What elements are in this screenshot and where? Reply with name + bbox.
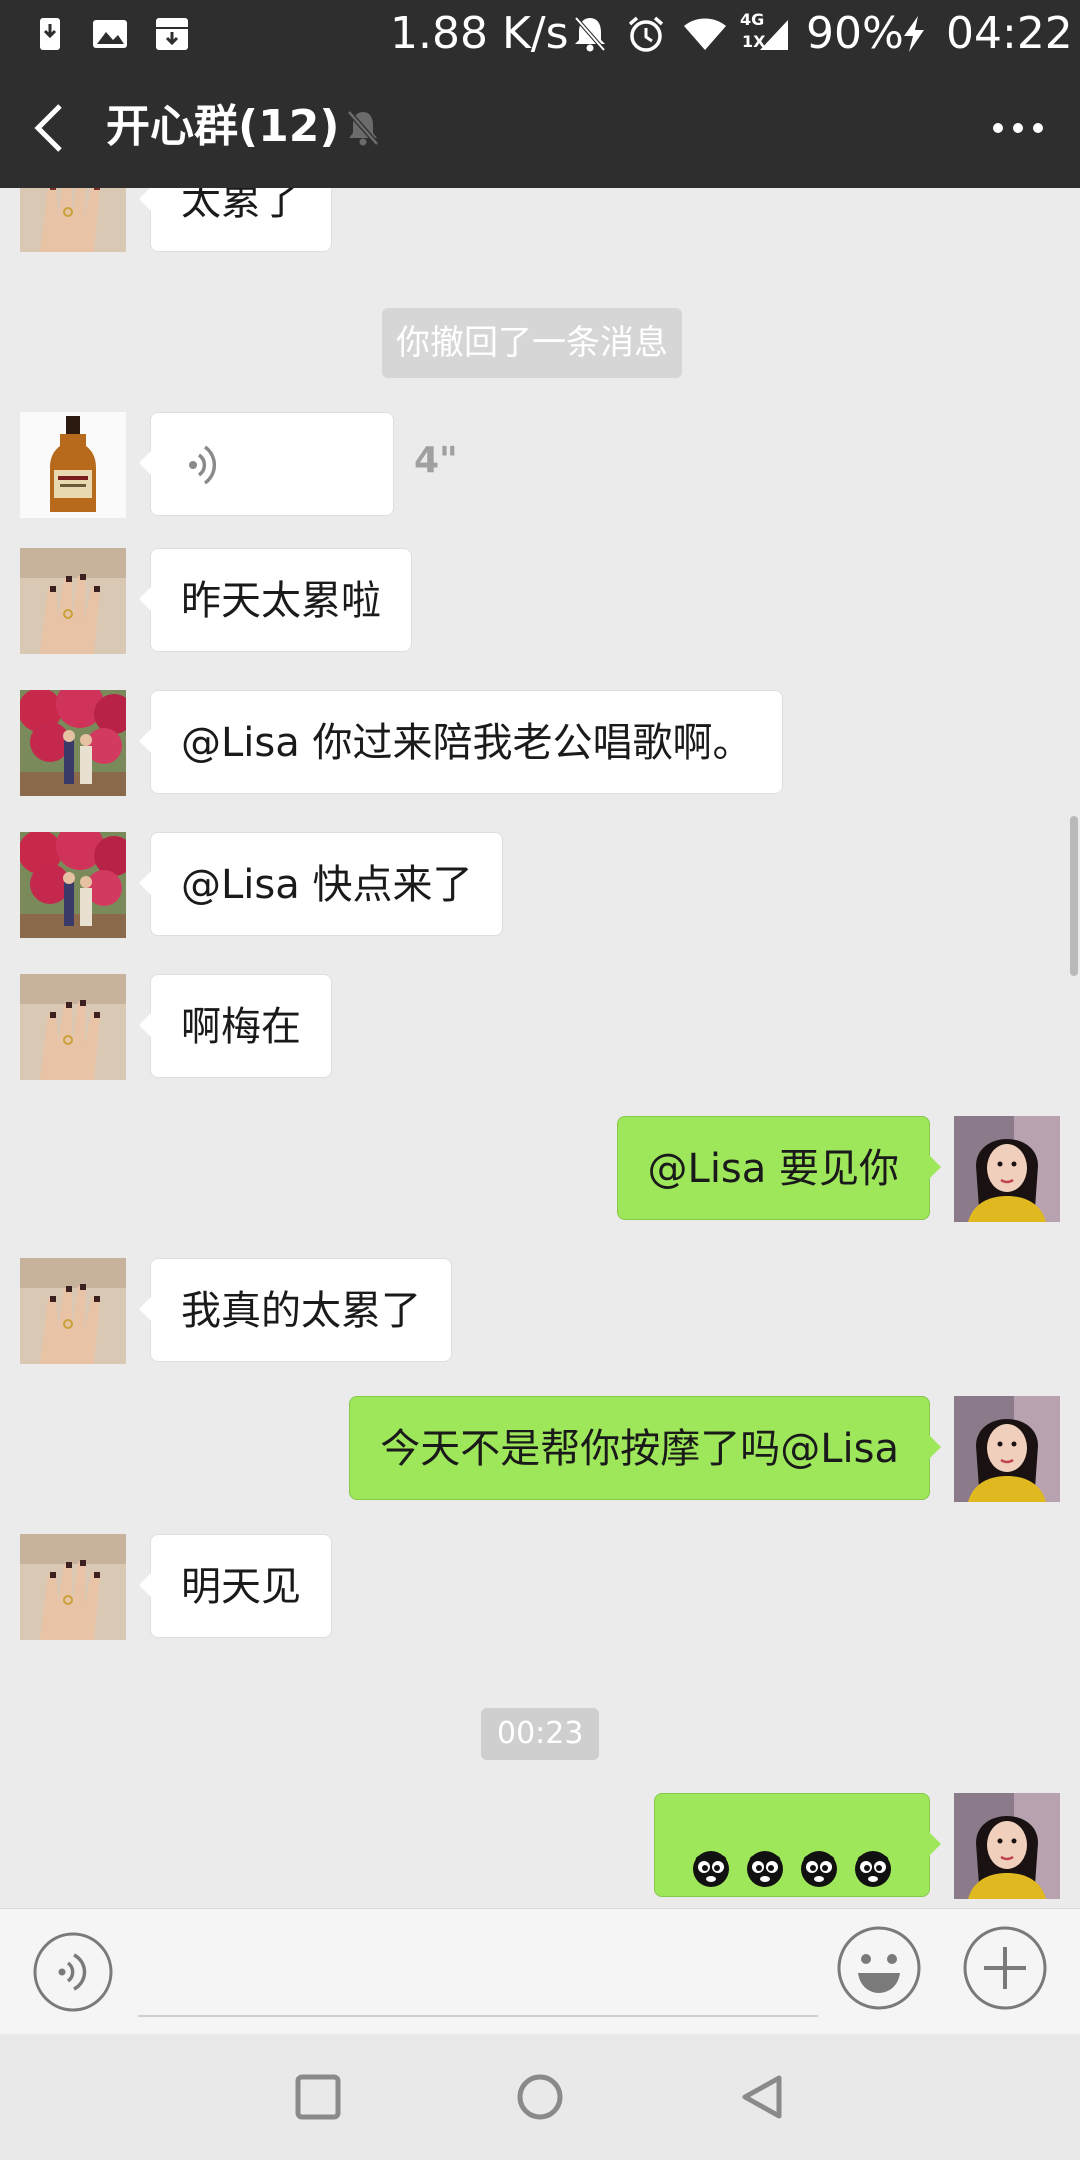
notifications-muted-icon bbox=[574, 16, 606, 52]
bell-muted-icon bbox=[347, 110, 379, 146]
hand-avatar[interactable] bbox=[20, 188, 126, 252]
message-input[interactable] bbox=[138, 1923, 818, 2017]
emoji-icon[interactable] bbox=[836, 1925, 922, 2011]
woman-avatar[interactable] bbox=[954, 1116, 1060, 1222]
hand-avatar[interactable] bbox=[20, 1258, 126, 1364]
alarm-icon bbox=[628, 16, 664, 52]
bottle-avatar[interactable] bbox=[20, 412, 126, 518]
recents-square-icon[interactable] bbox=[291, 2070, 345, 2124]
message-bubble[interactable]: @Lisa 你过来陪我老公唱歌啊。 bbox=[138, 690, 784, 794]
woman-avatar[interactable] bbox=[954, 1793, 1060, 1899]
chat-header: 开心群(12) bbox=[0, 66, 1080, 188]
message-bubble[interactable]: 太累了 bbox=[139, 188, 332, 252]
sent-message-bubble[interactable]: 今天不是帮你按摩了吗@Lisa bbox=[349, 1396, 941, 1500]
hand-avatar[interactable] bbox=[20, 548, 126, 654]
sticker-emoji bbox=[855, 1851, 891, 1887]
message-bubble[interactable]: 我真的太累了 bbox=[139, 1258, 452, 1362]
timestamp: 00:23 bbox=[481, 1708, 600, 1760]
signal-icon bbox=[760, 20, 788, 50]
sticker-emoji bbox=[801, 1851, 837, 1887]
charging-icon bbox=[904, 16, 924, 52]
flowers-avatar[interactable] bbox=[20, 690, 126, 796]
woman-avatar[interactable] bbox=[954, 1396, 1060, 1502]
flowers-avatar[interactable] bbox=[20, 832, 126, 938]
message-bubble[interactable]: @Lisa 快点来了 bbox=[138, 832, 504, 936]
image-notification-icon bbox=[93, 20, 127, 48]
scrollbar[interactable] bbox=[1070, 816, 1078, 976]
message-bubble[interactable]: 昨天太累啦 bbox=[139, 548, 412, 652]
hand-avatar[interactable] bbox=[20, 1534, 126, 1640]
archive-notification-icon bbox=[156, 18, 188, 50]
plus-icon[interactable] bbox=[962, 1925, 1048, 2011]
voice-mode-icon[interactable] bbox=[32, 1931, 114, 2013]
home-circle-icon[interactable] bbox=[513, 2070, 567, 2124]
hand-avatar[interactable] bbox=[20, 974, 126, 1080]
voice-duration: 4" bbox=[414, 440, 458, 481]
message-list[interactable]: 太累了 你撤回了一条消息 4" 昨天太累啦 @Lisa 你过来陪我老公唱歌啊。 … bbox=[0, 188, 1080, 1908]
input-bar bbox=[0, 1908, 1080, 2035]
status-bar: 1.88 K/s 4G 1X 90% 04:22 bbox=[0, 0, 1080, 66]
network-speed: 1.88 K/s bbox=[390, 8, 569, 59]
sticker-emoji bbox=[747, 1851, 783, 1887]
wifi-icon bbox=[684, 18, 726, 50]
back-triangle-icon[interactable] bbox=[735, 2070, 789, 2124]
recall-notice: 你撤回了一条消息 bbox=[382, 308, 682, 378]
message-bubble[interactable]: 啊梅在 bbox=[139, 974, 332, 1078]
sent-message-bubble[interactable]: @Lisa 要见你 bbox=[616, 1116, 942, 1220]
chat-title: 开心群(12) bbox=[106, 101, 340, 152]
download-notification-icon bbox=[40, 18, 60, 50]
clock: 04:22 bbox=[946, 8, 1073, 59]
battery-percent: 90% bbox=[806, 8, 904, 59]
sticker-message-bubble[interactable] bbox=[654, 1793, 941, 1897]
voice-message-bubble[interactable] bbox=[139, 412, 394, 516]
system-nav-bar bbox=[0, 2034, 1080, 2160]
message-bubble[interactable]: 明天见 bbox=[139, 1534, 332, 1638]
more-dots-icon[interactable] bbox=[992, 118, 1044, 138]
back-chevron-icon[interactable] bbox=[30, 100, 70, 156]
sticker-emoji bbox=[693, 1851, 729, 1887]
voice-wave-icon bbox=[189, 445, 217, 485]
